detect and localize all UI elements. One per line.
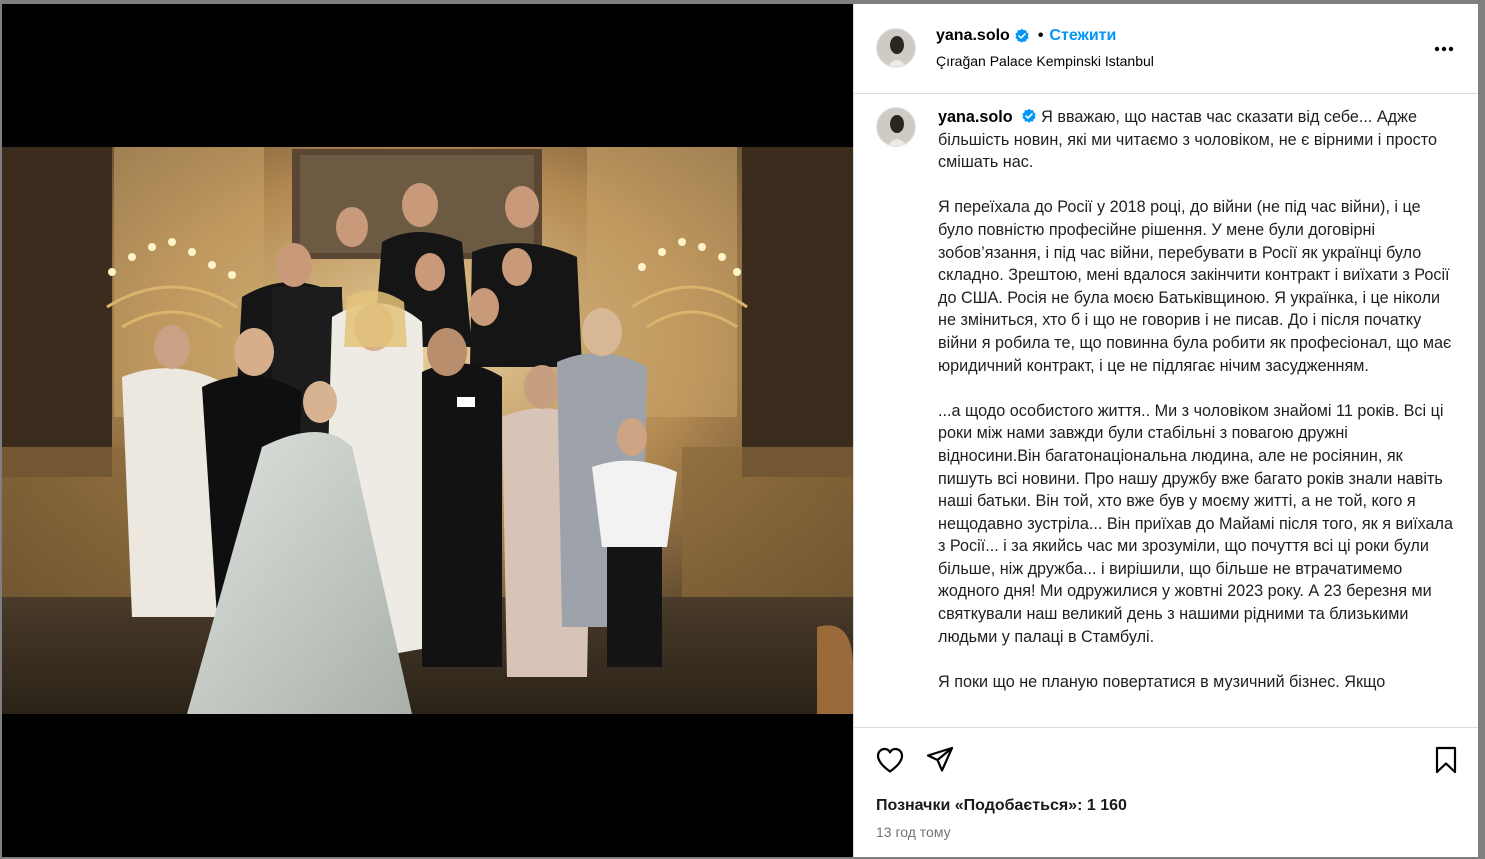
more-options-icon bbox=[1434, 46, 1454, 52]
heart-icon[interactable] bbox=[874, 744, 906, 776]
post-side-panel: yana.solo • Стежити Çırağan Palace Kempi… bbox=[853, 4, 1478, 857]
likes-count[interactable]: Позначки «Подобається»: 1 160 bbox=[876, 797, 1127, 815]
follow-button[interactable]: Стежити bbox=[1049, 27, 1116, 45]
paper-plane-icon[interactable] bbox=[924, 744, 956, 776]
avatar-image bbox=[877, 29, 915, 67]
caption-text: Я вважаю, що настав час сказати від себе… bbox=[938, 108, 1437, 172]
caption-scroll-area[interactable]: yana.solo Я вважаю, що настав час сказат… bbox=[854, 94, 1478, 728]
wedding-group-photo bbox=[2, 147, 853, 714]
verified-badge-icon bbox=[1015, 28, 1029, 43]
bookmark-icon[interactable] bbox=[1430, 744, 1462, 776]
post-modal: yana.solo • Стежити Çırağan Palace Kempi… bbox=[2, 4, 1478, 857]
media-viewer bbox=[2, 4, 853, 857]
header-author-line: yana.solo • Стежити bbox=[936, 27, 1116, 45]
post-caption: yana.solo Я вважаю, що настав час сказат… bbox=[938, 106, 1453, 716]
caption-paragraph: Я поки що не планую повертатися в музичн… bbox=[938, 672, 1386, 691]
caption-paragraph: Я переїхала до Росії у 2018 році, до вій… bbox=[938, 198, 1452, 375]
author-username[interactable]: yana.solo bbox=[936, 27, 1010, 45]
caption-username[interactable]: yana.solo bbox=[938, 108, 1013, 126]
caption-paragraph: yana.solo Я вважаю, що настав час сказат… bbox=[938, 106, 1453, 174]
post-timestamp[interactable]: 13 год тому bbox=[876, 824, 951, 840]
dot-separator: • bbox=[1037, 27, 1044, 44]
verified-badge-icon bbox=[1022, 108, 1036, 123]
author-avatar[interactable] bbox=[876, 28, 916, 68]
caption-author-avatar[interactable] bbox=[876, 107, 916, 147]
avatar-image bbox=[877, 108, 915, 146]
post-photo[interactable] bbox=[2, 147, 853, 714]
post-location[interactable]: Çırağan Palace Kempinski Istanbul bbox=[936, 53, 1154, 69]
post-header: yana.solo • Стежити Çırağan Palace Kempi… bbox=[854, 4, 1478, 94]
post-actions: Позначки «Подобається»: 1 160 13 год том… bbox=[854, 728, 1478, 857]
more-options-button[interactable] bbox=[1430, 35, 1458, 63]
caption-paragraph: ...а щодо особистого життя.. Ми з чолові… bbox=[938, 401, 1453, 646]
